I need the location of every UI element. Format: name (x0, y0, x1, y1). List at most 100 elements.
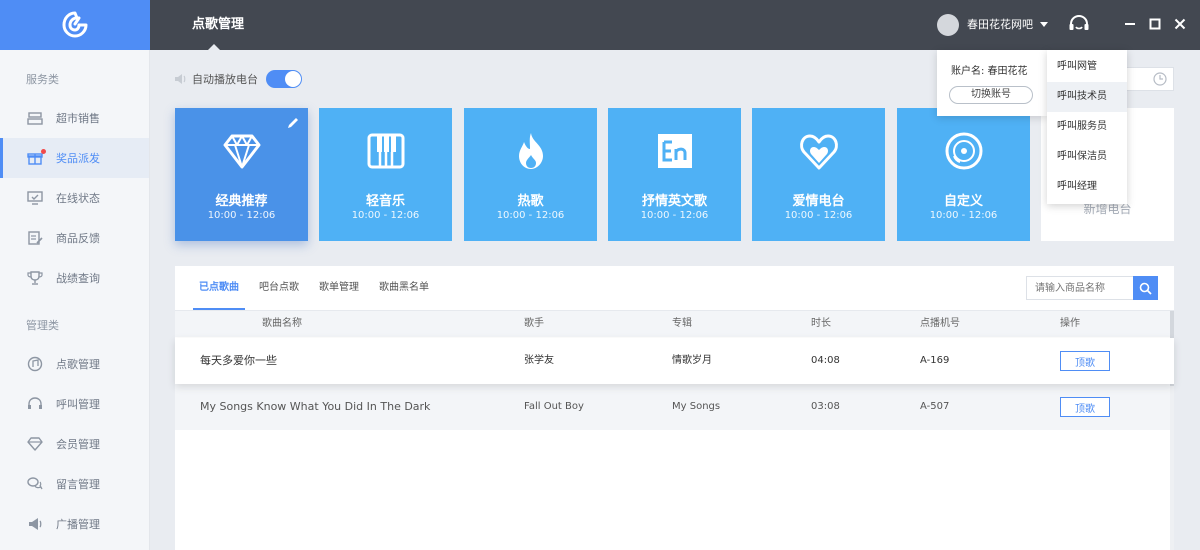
edit-icon[interactable] (286, 116, 300, 130)
headset-icon (26, 395, 44, 413)
account-dropdown: 账户名: 春田花花 切换账号 (937, 50, 1047, 116)
sidebar-item-online-status[interactable]: 在线状态 (0, 178, 149, 218)
station-card-custom[interactable]: 自定义 10:00 - 12:06 (897, 108, 1030, 241)
station-card-love[interactable]: 爱情电台 10:00 - 12:06 (752, 108, 885, 241)
app-logo (0, 0, 150, 50)
station-name: 自定义 (943, 194, 983, 209)
maximize-icon (1149, 18, 1161, 30)
active-tab-caret (208, 44, 220, 50)
sidebar-item-label: 留言管理 (56, 478, 100, 491)
chat-icon (26, 475, 44, 493)
col-album: 专辑 (672, 318, 692, 329)
song-title: My Songs Know What You Did In The Dark (200, 400, 431, 413)
edit-doc-icon (26, 229, 44, 247)
col-artist: 歌手 (524, 318, 544, 329)
sidebar-item-label: 广播管理 (56, 518, 100, 531)
register-icon (26, 109, 44, 127)
trophy-icon (26, 269, 44, 287)
close-icon (1174, 18, 1186, 30)
piano-icon (367, 133, 405, 169)
station-name: 抒情英文歌 (641, 194, 707, 209)
user-name[interactable]: 春田花花网吧 (967, 0, 1033, 50)
sidebar-section-manage: 管理类 (26, 319, 59, 332)
tab-playlist[interactable]: 歌单管理 (319, 266, 359, 310)
search-input[interactable] (1026, 276, 1134, 300)
sidebar-item-call-manage[interactable]: 呼叫管理 (0, 384, 149, 424)
station-time: 10:00 - 12:06 (207, 210, 276, 221)
maximize-button[interactable] (1146, 15, 1164, 33)
speaker-icon (175, 74, 186, 84)
table-row: 每天多爱你一些 张学友 情歌岁月 04:08 A-169 顶歌 (175, 338, 1174, 384)
sidebar-item-label: 商品反馈 (56, 232, 100, 245)
tab-ordered-songs[interactable]: 已点歌曲 (193, 266, 245, 310)
minimize-icon (1125, 23, 1135, 25)
headset-icon[interactable] (1068, 13, 1090, 35)
pin-song-button[interactable]: 顶歌 (1060, 397, 1110, 417)
top-bar: 点歌管理 春田花花网吧 (150, 0, 1200, 50)
table-row: My Songs Know What You Did In The Dark F… (175, 384, 1174, 430)
station-name: 爱情电台 (792, 194, 845, 209)
sidebar-item-feedback[interactable]: 商品反馈 (0, 218, 149, 258)
sidebar-item-prize[interactable]: 奖品派发 (0, 138, 149, 178)
station-card-english[interactable]: 抒情英文歌 10:00 - 12:06 (608, 108, 741, 241)
station-name: 轻音乐 (365, 194, 405, 209)
pin-song-button[interactable]: 顶歌 (1060, 351, 1110, 371)
sidebar-item-label: 在线状态 (56, 192, 100, 205)
sidebar-item-label: 会员管理 (56, 438, 100, 451)
switch-account-button[interactable]: 切换账号 (949, 86, 1033, 104)
song-machine: A-169 (920, 355, 950, 366)
call-item-waiter[interactable]: 呼叫服务员 (1047, 112, 1127, 142)
station-card-light[interactable]: 轻音乐 10:00 - 12:06 (319, 108, 452, 241)
song-artist: Fall Out Boy (524, 401, 584, 412)
sidebar-item-records[interactable]: 战绩查询 (0, 258, 149, 298)
song-machine: A-507 (920, 401, 950, 412)
station-time: 10:00 - 12:06 (351, 210, 420, 221)
clock-icon (1153, 72, 1167, 86)
notification-dot (41, 149, 46, 154)
song-duration: 03:08 (811, 401, 840, 412)
col-action: 操作 (1060, 318, 1080, 329)
call-item-cleaner[interactable]: 呼叫保洁员 (1047, 142, 1127, 172)
sidebar-item-label: 战绩查询 (56, 272, 100, 285)
sidebar-item-label: 呼叫管理 (56, 398, 100, 411)
diamond-icon (26, 435, 44, 453)
chevron-down-icon[interactable] (1040, 22, 1048, 27)
song-panel: 已点歌曲 吧台点歌 歌单管理 歌曲黑名单 歌曲名称 歌手 专辑 时长 点播机号 … (175, 266, 1174, 550)
close-button[interactable] (1171, 15, 1189, 33)
station-time: 10:00 - 12:06 (784, 210, 853, 221)
sidebar-item-message-manage[interactable]: 留言管理 (0, 464, 149, 504)
sidebar-item-member-manage[interactable]: 会员管理 (0, 424, 149, 464)
col-machine: 点播机号 (920, 318, 960, 329)
time-filter[interactable] (1120, 67, 1174, 91)
song-album: My Songs (672, 401, 721, 412)
sidebar-item-song-manage[interactable]: 点歌管理 (0, 344, 149, 384)
disc-icon (945, 132, 983, 170)
sidebar: 服务类 超市销售 奖品派发 在线状态 商品反馈 战绩查询 管理类 点歌管理 呼叫… (0, 0, 150, 550)
tab-blacklist[interactable]: 歌曲黑名单 (379, 266, 429, 310)
autoplay-toggle[interactable] (266, 70, 302, 88)
tab-bar-order[interactable]: 吧台点歌 (259, 266, 299, 310)
music-disc-icon (26, 355, 44, 373)
account-name: 账户名: 春田花花 (951, 66, 1028, 77)
station-card-classic[interactable]: 经典推荐 10:00 - 12:06 (175, 108, 308, 241)
call-item-manager[interactable]: 呼叫经理 (1047, 172, 1127, 202)
call-item-technician[interactable]: 呼叫技术员 (1047, 82, 1127, 112)
station-time: 10:00 - 12:06 (929, 210, 998, 221)
search-icon (1139, 282, 1152, 295)
sidebar-item-broadcast-manage[interactable]: 广播管理 (0, 504, 149, 544)
sidebar-section-service: 服务类 (26, 73, 59, 86)
monitor-icon (26, 189, 44, 207)
station-card-hot[interactable]: 热歌 10:00 - 12:06 (464, 108, 597, 241)
song-tabs: 已点歌曲 吧台点歌 歌单管理 歌曲黑名单 (191, 266, 449, 310)
sidebar-item-label: 超市销售 (56, 112, 100, 125)
call-dropdown: 呼叫网管 呼叫技术员 呼叫服务员 呼叫保洁员 呼叫经理 (1047, 50, 1127, 204)
avatar[interactable] (937, 14, 959, 36)
minimize-button[interactable] (1121, 15, 1139, 33)
search-button[interactable] (1133, 276, 1158, 300)
call-item-admin[interactable]: 呼叫网管 (1047, 52, 1127, 82)
station-name: 经典推荐 (215, 194, 268, 209)
sidebar-item-supermarket[interactable]: 超市销售 (0, 98, 149, 138)
sidebar-item-label: 点歌管理 (56, 358, 100, 371)
station-time: 10:00 - 12:06 (640, 210, 709, 221)
autoplay-label: 自动播放电台 (192, 73, 258, 86)
